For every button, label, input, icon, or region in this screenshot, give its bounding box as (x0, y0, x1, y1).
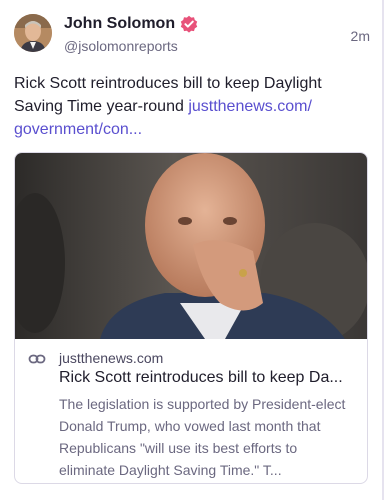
post-body: Rick Scott reintroduces bill to keep Day… (14, 72, 364, 141)
link-preview-card[interactable]: justthenews.com Rick Scott reintroduces … (14, 152, 368, 484)
card-description: The legislation is supported by Presiden… (59, 396, 346, 478)
author-info: John Solomon @jsolomonreports (64, 14, 198, 54)
card-body: justthenews.com Rick Scott reintroduces … (15, 339, 367, 481)
link-icon (28, 350, 46, 368)
card-image (15, 153, 367, 339)
name-row: John Solomon (64, 14, 198, 34)
timestamp[interactable]: 2m (351, 28, 370, 44)
display-name[interactable]: John Solomon (64, 15, 175, 33)
card-domain: justthenews.com (59, 350, 164, 366)
verified-badge-icon (180, 15, 198, 33)
avatar-image (14, 14, 52, 52)
avatar[interactable] (14, 14, 52, 52)
card-title[interactable]: Rick Scott reintroduces bill to keep Da.… (59, 368, 355, 388)
post-header: John Solomon @jsolomonreports 2m (14, 14, 370, 58)
handle[interactable]: @jsolomonreports (64, 38, 198, 54)
